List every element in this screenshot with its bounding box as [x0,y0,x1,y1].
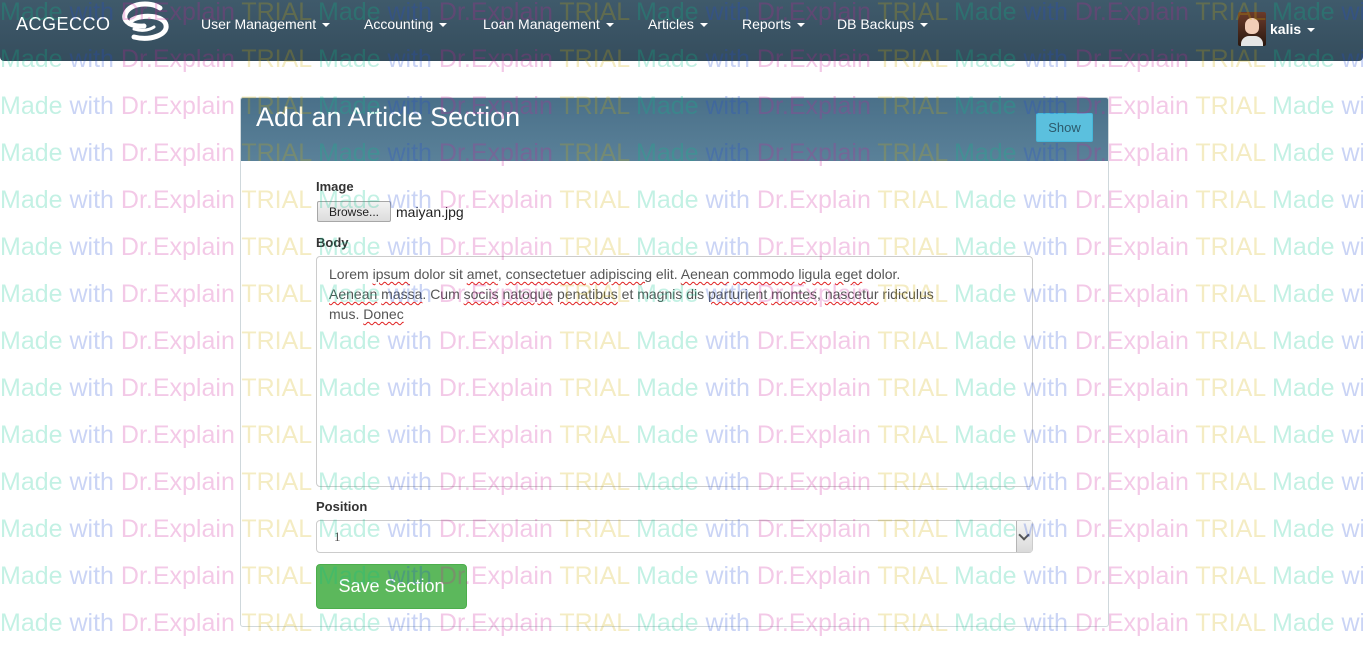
caret-down-icon [605,23,614,28]
caret-down-icon [699,23,708,28]
caret-down-icon [322,23,331,28]
watermark-text: Made with Dr.Explain TRIAL [1272,92,1363,120]
body-textarea[interactable]: Lorem ipsum dolor sit amet, consectetuer… [316,256,1033,487]
caret-down-icon [920,23,929,28]
nav-articles[interactable]: Articles [648,16,708,32]
position-label: Position [316,499,368,514]
top-navbar: ACGECCO User Management Accounting Loan … [0,0,1363,61]
body-line: mus. Donec [329,306,404,322]
caret-down-icon [797,23,806,28]
nav-reports-label: Reports [742,16,792,32]
user-name: kalis [1270,21,1302,37]
show-button[interactable]: Show [1036,113,1093,142]
position-select[interactable]: 1 [316,520,1033,553]
panel-heading: Add an Article Section Show [241,98,1108,161]
nav-loan-management[interactable]: Loan Management [483,16,614,32]
watermark-text: Made with Dr.Explain TRIAL [1272,609,1363,637]
body-line: Lorem ipsum dolor sit amet, consectetuer… [329,266,901,282]
image-label: Image [316,179,354,194]
chevron-down-icon[interactable] [1016,521,1032,552]
watermark-text: Made with Dr.Explain TRIAL [1272,421,1363,449]
watermark-text: Made with Dr.Explain TRIAL [1272,327,1363,355]
nav-db-backups-label: DB Backups [837,16,915,32]
watermark-text: Made with Dr.Explain TRIAL [1272,186,1363,214]
page-title: Add an Article Section [256,102,521,132]
watermark-text: Made with Dr.Explain TRIAL [1272,562,1363,590]
position-select-value: 1 [334,529,341,544]
add-section-panel: Add an Article Section Show Image Browse… [240,97,1109,627]
nav-reports[interactable]: Reports [742,16,806,32]
nav-user-management-label: User Management [201,16,317,32]
nav-loan-management-label: Loan Management [483,16,600,32]
watermark-text: Made with Dr.Explain TRIAL [1272,139,1363,167]
nav-accounting[interactable]: Accounting [364,16,448,32]
nav-user-management[interactable]: User Management [201,16,331,32]
caret-down-icon [1307,28,1316,33]
browse-button[interactable]: Browse... [317,201,391,222]
watermark-text: Made with Dr.Explain TRIAL [1272,515,1363,543]
nav-articles-label: Articles [648,16,694,32]
watermark-text: Made with Dr.Explain TRIAL [1272,374,1363,402]
selected-file-name: maiyan.jpg [396,204,464,220]
body-label: Body [316,235,349,250]
save-section-button[interactable]: Save Section [316,564,467,609]
watermark-text: Made with Dr.Explain TRIAL [1272,233,1363,261]
avatar [1238,12,1266,46]
watermark-text: Made with Dr.Explain TRIAL [1272,280,1363,308]
watermark-text: Made with Dr.Explain TRIAL [1272,468,1363,496]
nav-db-backups[interactable]: DB Backups [837,16,929,32]
nav-accounting-label: Accounting [364,16,434,32]
body-line: Aenean massa. Cum sociis natoque penatib… [329,286,934,302]
brand-logo-icon[interactable] [120,1,172,43]
user-menu-name: kalis [1270,21,1316,37]
caret-down-icon [439,23,448,28]
brand-name[interactable]: ACGECCO [16,14,111,35]
